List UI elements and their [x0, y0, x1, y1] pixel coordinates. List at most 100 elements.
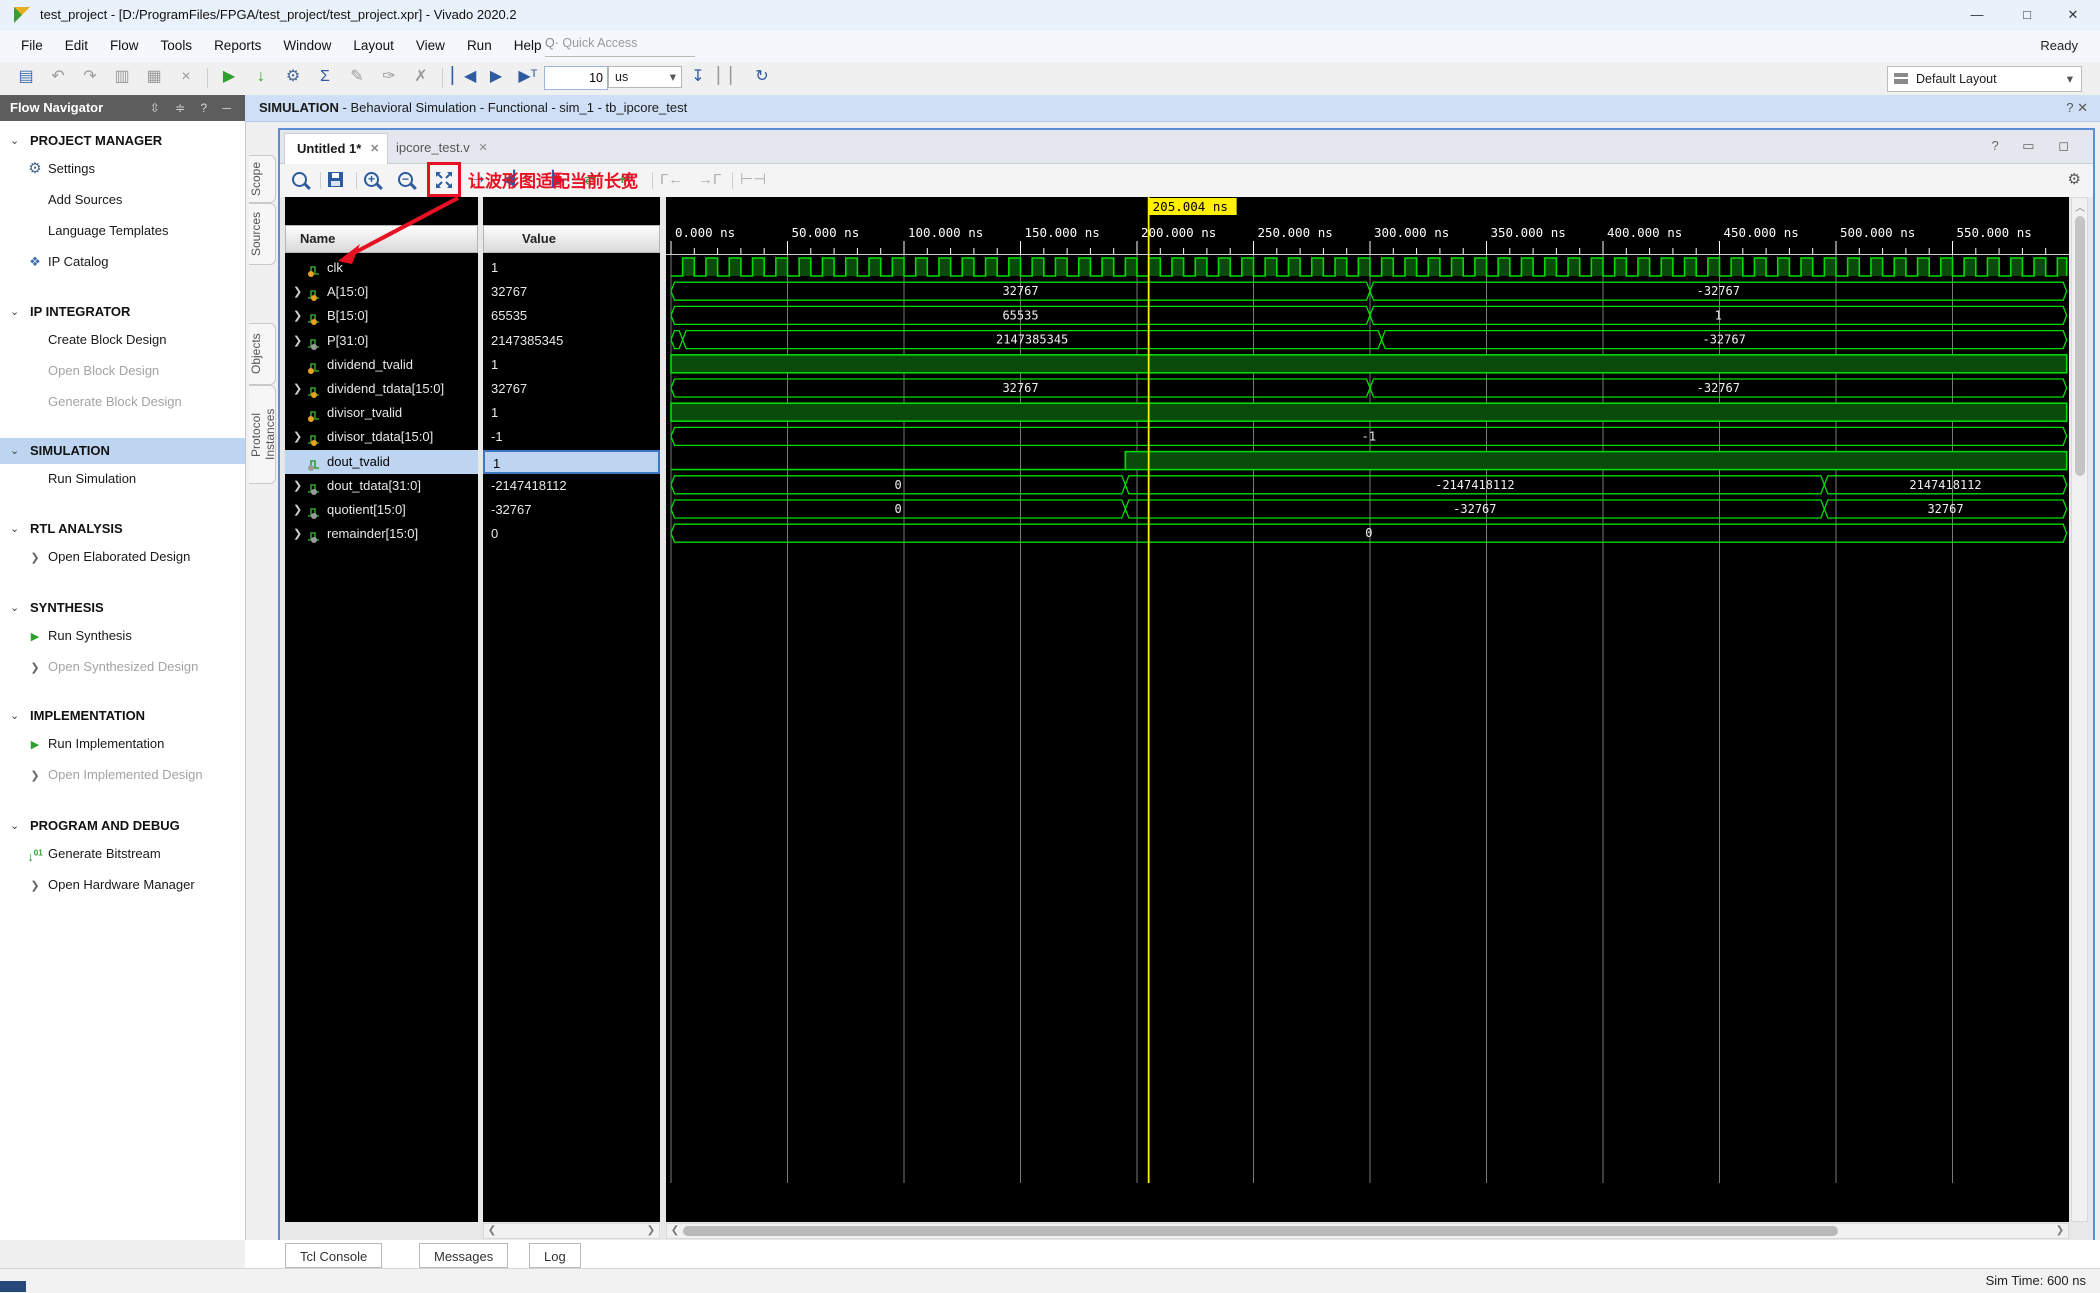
sidebar-section-program-and-debug[interactable]: ⌄ PROGRAM AND DEBUG — [0, 813, 245, 839]
value-column-header[interactable]: Value — [483, 225, 660, 253]
scroll-left-icon[interactable]: ❮ — [485, 1224, 499, 1238]
signal-value-quotient[interactable]: -32767 — [483, 498, 660, 522]
signal-row-dout_tdata[interactable]: ❯ dout_tdata[31:0] — [285, 474, 478, 498]
zoom-out-icon[interactable]: − — [398, 170, 413, 190]
expand-icon[interactable]: ❯ — [293, 329, 302, 353]
sidebar-item-open-hardware-manager[interactable]: ❯ Open Hardware Manager — [0, 872, 245, 898]
sidebar-item-settings[interactable]: ⚙ Settings — [0, 156, 245, 182]
signal-value-B[interactable]: 65535 — [483, 304, 660, 328]
edit-icon[interactable]: ✎ — [341, 62, 373, 92]
signal-value-divisor_tdata[interactable]: -1 — [483, 425, 660, 449]
settings-icon[interactable]: ⚙ — [277, 62, 309, 92]
sidebar-item-language-templates[interactable]: Language Templates — [0, 218, 245, 244]
sidebar-section-synthesis[interactable]: ⌄ SYNTHESIS — [0, 595, 245, 621]
time-unit-select[interactable]: us — [608, 66, 682, 88]
sidebar-item-open-synthesized-design[interactable]: ❯ Open Synthesized Design — [0, 654, 245, 680]
menu-view[interactable]: View — [405, 30, 456, 62]
signal-row-dout_tvalid[interactable]: dout_tvalid — [285, 449, 478, 474]
prev-marker-icon[interactable]: Γ← — [660, 170, 683, 190]
expand-icon[interactable]: ❯ — [293, 304, 302, 328]
paste-icon[interactable]: ▦ — [138, 62, 170, 92]
relaunch-icon[interactable]: ↻ — [746, 62, 778, 92]
minimize-button[interactable]: — — [1960, 4, 1994, 26]
signal-value-divisor_tvalid[interactable]: 1 — [483, 401, 660, 425]
waveform-canvas[interactable]: 32767 -32767 65535 1 2147385345 -32767 32767 -3… — [666, 197, 2069, 1222]
signal-value-dout_tvalid[interactable]: 1 — [483, 449, 660, 474]
signal-value-P[interactable]: 2147385345 — [483, 329, 660, 353]
side-tab-scope[interactable]: Scope — [249, 155, 276, 203]
zoom-in-icon[interactable]: + — [364, 170, 379, 190]
sidebar-item-generate-bitstream[interactable]: ↓01 Generate Bitstream — [0, 841, 245, 867]
scrollbar-thumb[interactable] — [2075, 216, 2085, 476]
tab-ipcore_testv[interactable]: ipcore_test.v ✕ — [384, 133, 496, 163]
sidebar-section-ip-integrator[interactable]: ⌄ IP INTEGRATOR — [0, 299, 245, 325]
menu-run[interactable]: Run — [456, 30, 503, 62]
menu-reports[interactable]: Reports — [203, 30, 272, 62]
sidebar-item-run-implementation[interactable]: ▶ Run Implementation — [0, 731, 245, 757]
search-icon[interactable] — [292, 170, 307, 190]
run-icon[interactable]: ▶ — [213, 62, 245, 92]
scroll-right-icon[interactable]: ❯ — [2053, 1224, 2067, 1238]
tab-untitled-1[interactable]: Untitled 1* ✕ — [284, 133, 389, 164]
sidebar-section-implementation[interactable]: ⌄ IMPLEMENTATION — [0, 703, 245, 729]
menu-tools[interactable]: Tools — [150, 30, 204, 62]
copy-icon[interactable]: ▥ — [106, 62, 138, 92]
cut-icon[interactable]: ✗ — [405, 62, 437, 92]
side-tab-objects[interactable]: Objects — [249, 323, 276, 385]
menu-layout[interactable]: Layout — [342, 30, 405, 62]
signal-row-P[interactable]: ❯ P[31:0] — [285, 329, 478, 353]
scroll-right-icon[interactable]: ❯ — [644, 1224, 658, 1238]
next-marker-icon[interactable]: →Γ — [698, 170, 721, 190]
expand-icon[interactable]: ❯ — [293, 377, 302, 401]
sidebar-item-generate-block-design[interactable]: Generate Block Design — [0, 389, 245, 415]
close-tab-icon[interactable]: ✕ — [370, 134, 379, 164]
open-project-icon[interactable]: ▤ — [10, 62, 42, 92]
value-hscrollbar[interactable]: ❮ ❯ — [483, 1223, 660, 1239]
sidebar-item-run-simulation[interactable]: Run Simulation — [0, 466, 245, 492]
signal-value-A[interactable]: 32767 — [483, 280, 660, 304]
maximize-button[interactable]: □ — [2010, 4, 2044, 26]
span-markers-icon[interactable]: ⊢⊣ — [740, 170, 766, 190]
sidebar-section-project-manager[interactable]: ⌄ PROJECT MANAGER — [0, 128, 245, 154]
expand-icon[interactable]: ❯ — [293, 522, 302, 546]
sidebar-item-open-implemented-design[interactable]: ❯ Open Implemented Design — [0, 762, 245, 788]
scroll-left-icon[interactable]: ❮ — [668, 1224, 682, 1238]
expand-icon[interactable]: ❯ — [293, 474, 302, 498]
bottom-tab-log[interactable]: Log — [529, 1243, 581, 1268]
flow-navigator-header-icons[interactable]: ⇳ ≑ ? ─ — [150, 95, 237, 121]
signal-row-A[interactable]: ❯ A[15:0] — [285, 280, 478, 304]
waveform-panel[interactable]: 32767 -32767 65535 1 2147385345 -32767 32767 -3… — [666, 197, 2069, 1222]
close-tab-icon[interactable]: ✕ — [478, 133, 487, 163]
bottom-tab-messages[interactable]: Messages — [419, 1243, 509, 1268]
expand-icon[interactable]: ❯ — [293, 280, 302, 304]
run-for-icon[interactable]: ▶ᵀ — [512, 62, 544, 92]
signal-value-clk[interactable]: 1 — [483, 256, 660, 280]
save-icon[interactable] — [328, 170, 343, 190]
restart-icon[interactable]: ▏◀ — [448, 62, 480, 92]
sidebar-item-create-block-design[interactable]: Create Block Design — [0, 327, 245, 353]
sidebar-section-rtl-analysis[interactable]: ⌄ RTL ANALYSIS — [0, 516, 245, 542]
sim-header-close-icon[interactable]: ? ✕ — [2066, 95, 2088, 121]
sidebar-item-open-elaborated-design[interactable]: ❯ Open Elaborated Design — [0, 544, 245, 570]
wave-settings-gear-icon[interactable]: ⚙ — [2068, 170, 2081, 190]
wave-hscrollbar[interactable]: ❮ ❯ — [666, 1223, 2069, 1239]
run-time-input[interactable] — [544, 66, 608, 90]
signal-row-divisor_tdata[interactable]: ❯ divisor_tdata[15:0] — [285, 425, 478, 449]
signal-value-dividend_tdata[interactable]: 32767 — [483, 377, 660, 401]
pause-icon[interactable]: ▏▏ — [714, 62, 746, 92]
scroll-up-icon[interactable]: ︿ — [2073, 199, 2087, 214]
sidebar-section-simulation[interactable]: ⌄ SIMULATION — [0, 438, 245, 464]
close-button[interactable]: ✕ — [2056, 4, 2090, 26]
side-tab-sources[interactable]: Sources — [249, 203, 276, 265]
wave-vscrollbar[interactable]: ︿ — [2071, 197, 2088, 1222]
signal-row-divisor_tvalid[interactable]: divisor_tvalid — [285, 401, 478, 425]
generate-bitstream-icon[interactable]: ↓ — [245, 62, 277, 92]
signal-row-B[interactable]: ❯ B[15:0] — [285, 304, 478, 328]
menu-flow[interactable]: Flow — [99, 30, 150, 62]
redo-icon[interactable]: ↷ — [74, 62, 106, 92]
signal-row-dividend_tvalid[interactable]: dividend_tvalid — [285, 353, 478, 377]
menu-window[interactable]: Window — [272, 30, 342, 62]
signal-value-dividend_tvalid[interactable]: 1 — [483, 353, 660, 377]
bottom-tab-tcl-console[interactable]: Tcl Console — [285, 1243, 383, 1268]
signal-value-remainder[interactable]: 0 — [483, 522, 660, 546]
